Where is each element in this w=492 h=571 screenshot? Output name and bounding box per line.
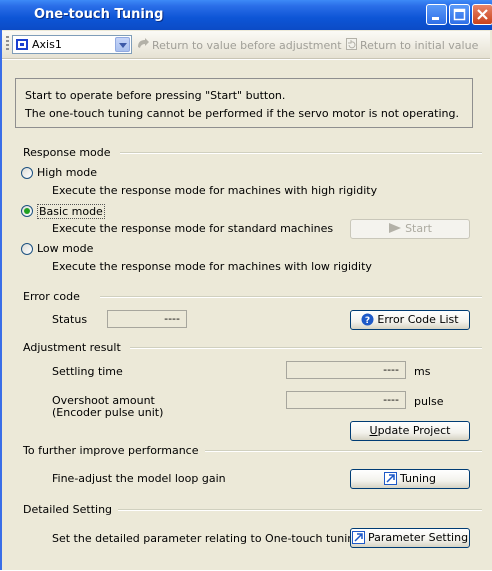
tuning-label: Tuning: [399, 472, 436, 485]
update-project-label: pdate Project: [377, 424, 451, 437]
section-divider: [116, 509, 482, 511]
open-window-icon: [383, 471, 397, 485]
high-mode-label[interactable]: High mode: [37, 166, 97, 179]
overshoot-amount-unit: pulse: [414, 395, 444, 408]
axis-select[interactable]: Axis1: [12, 35, 132, 54]
improve-performance-heading: To further improve performance: [23, 444, 205, 457]
tuning-button[interactable]: Tuning: [350, 469, 470, 489]
basic-mode-radio[interactable]: [21, 205, 33, 217]
help-icon: ?: [361, 313, 374, 326]
basic-mode-description: Execute the response mode for standard m…: [52, 222, 334, 235]
reset-document-icon: [346, 38, 357, 50]
detailed-setting-heading: Detailed Setting: [23, 503, 119, 516]
settling-time-label: Settling time: [52, 365, 123, 378]
maximize-button[interactable]: [449, 4, 470, 25]
title-bar[interactable]: One-touch Tuning: [0, 0, 492, 30]
minimize-icon: [432, 17, 439, 20]
start-button-label: Start: [405, 222, 432, 235]
low-mode-description: Execute the response mode for machines w…: [52, 260, 372, 273]
adjustment-result-heading: Adjustment result: [23, 341, 127, 354]
response-mode-heading: Response mode: [23, 146, 117, 159]
status-value-field: ----: [107, 310, 187, 328]
low-mode-radio[interactable]: [21, 243, 33, 255]
settling-time-field: ----: [286, 361, 406, 379]
svg-text:?: ?: [365, 316, 370, 326]
error-code-list-button[interactable]: ? Error Code List: [350, 310, 470, 330]
overshoot-amount-field: ----: [286, 391, 406, 409]
update-project-button[interactable]: Update Project: [350, 421, 470, 441]
toolbar-divider: [2, 59, 490, 60]
start-button[interactable]: Start: [350, 219, 470, 239]
info-line-2: The one-touch tuning cannot be performed…: [25, 107, 459, 120]
update-project-accesskey: U: [369, 424, 378, 437]
info-box: Start to operate before pressing "Start"…: [15, 78, 473, 128]
return-arrow-icon: [138, 38, 149, 48]
settling-time-unit: ms: [414, 365, 431, 378]
parameter-setting-button[interactable]: Parameter Setting: [350, 528, 470, 548]
fine-adjust-description: Fine-adjust the model loop gain: [52, 472, 226, 485]
error-code-list-label: Error Code List: [377, 313, 459, 326]
detailed-setting-description: Set the detailed parameter relating to O…: [52, 532, 362, 545]
toolbar-grip[interactable]: [6, 36, 9, 52]
parameter-setting-label: Parameter Setting: [367, 531, 469, 544]
high-mode-radio[interactable]: [21, 167, 33, 179]
info-line-1: Start to operate before pressing "Start"…: [25, 89, 286, 102]
error-code-heading: Error code: [23, 290, 86, 303]
window-title: One-touch Tuning: [34, 7, 164, 22]
section-divider: [120, 152, 482, 154]
toolbar: Axis1 Return to value before adjustment …: [2, 31, 490, 59]
section-divider: [203, 450, 482, 452]
overshoot-unit-note: (Encoder pulse unit): [52, 406, 164, 419]
section-divider: [130, 347, 482, 349]
basic-mode-label[interactable]: Basic mode: [37, 204, 105, 219]
maximize-icon: [453, 8, 466, 21]
axis-icon: [16, 39, 28, 50]
chevron-down-icon[interactable]: [115, 37, 130, 52]
play-icon: [389, 223, 402, 233]
minimize-button[interactable]: [426, 4, 447, 25]
status-label: Status: [52, 313, 88, 326]
close-icon: [477, 9, 488, 20]
axis-select-value: Axis1: [32, 38, 62, 51]
return-initial-value-button[interactable]: Return to initial value: [360, 39, 478, 52]
section-divider: [100, 296, 482, 298]
high-mode-description: Execute the response mode for machines w…: [52, 184, 378, 197]
low-mode-label[interactable]: Low mode: [37, 242, 93, 255]
close-button[interactable]: [472, 4, 492, 25]
return-before-adjustment-button[interactable]: Return to value before adjustment: [152, 39, 342, 52]
open-window-icon: [351, 530, 365, 544]
